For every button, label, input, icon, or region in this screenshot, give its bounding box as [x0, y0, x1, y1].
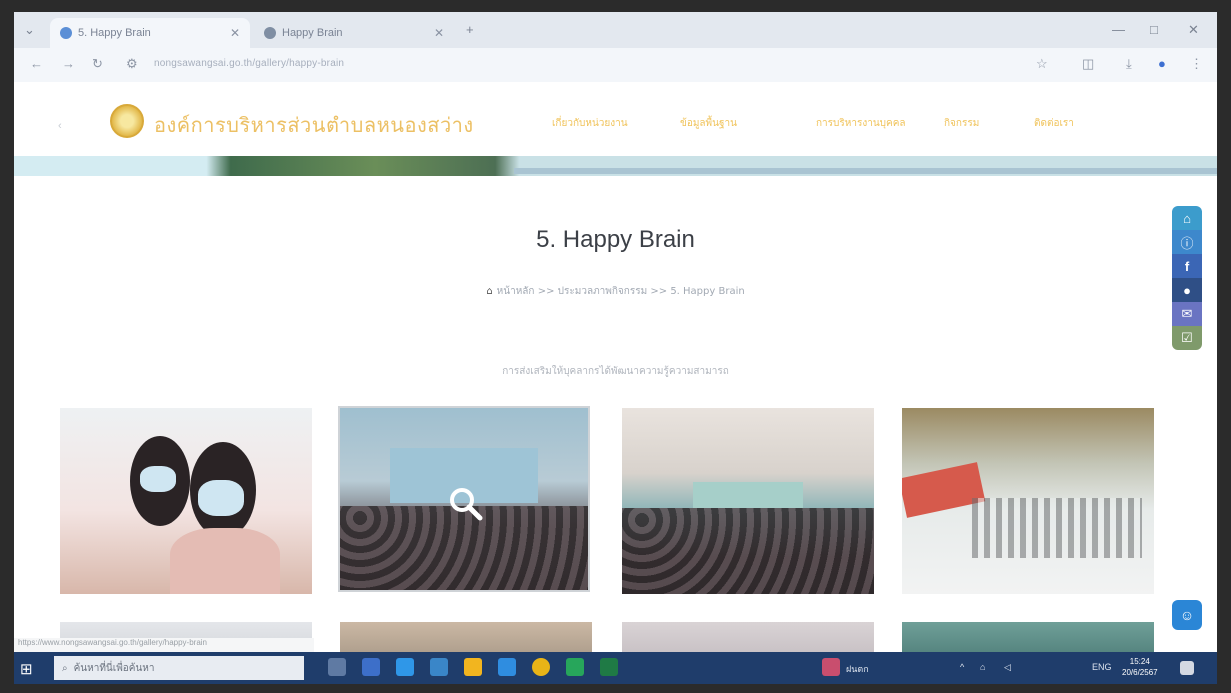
mail-icon[interactable]: ✉: [1172, 302, 1202, 326]
tab-happy-brain[interactable]: 5. Happy Brain ✕: [50, 18, 250, 48]
windows-start-icon[interactable]: ⊞: [20, 660, 33, 678]
weather-icon: [822, 658, 840, 676]
site-favicon-icon: [264, 27, 276, 39]
volume-icon[interactable]: ◁: [1004, 662, 1011, 673]
nav-item-contact[interactable]: ติดต่อเรา: [1034, 116, 1074, 131]
breadcrumb-current: 5. Happy Brain: [670, 286, 745, 297]
info-icon[interactable]: ⓘ: [1172, 230, 1202, 254]
chrome-icon[interactable]: [532, 658, 550, 676]
breadcrumb-parent[interactable]: ประมวลภาพกิจกรรม: [558, 286, 648, 297]
gallery-photo-4[interactable]: [902, 408, 1154, 594]
tab-second[interactable]: Happy Brain ✕: [254, 18, 454, 48]
home-icon[interactable]: ⌂: [1172, 206, 1202, 230]
tab-label: Happy Brain: [282, 27, 343, 39]
breadcrumb-home[interactable]: หน้าหลัก: [497, 286, 535, 297]
new-tab-button[interactable]: +: [466, 22, 474, 37]
extensions-icon[interactable]: ◫: [1082, 56, 1094, 72]
nav-item-info[interactable]: ข้อมูลพื้นฐาน: [680, 116, 737, 131]
browser-menu-icon[interactable]: ⋮: [1190, 56, 1203, 72]
taskbar-search-input[interactable]: ⌕ ค้นหาที่นี่เพื่อค้นหา: [54, 656, 304, 680]
banner-divider: [514, 168, 1217, 174]
breadcrumb: ⌂ หน้าหลัก >> ประมวลภาพกิจกรรม >> 5. Happ…: [14, 284, 1217, 299]
bookmark-star-icon[interactable]: ☆: [1036, 56, 1048, 72]
user-icon[interactable]: ●: [1172, 278, 1202, 302]
forward-icon[interactable]: →: [62, 56, 75, 71]
chat-icon[interactable]: ☺: [1172, 600, 1202, 630]
clock-time: 15:24: [1129, 657, 1150, 666]
taskbar-clock[interactable]: 15:24 20/6/2567: [1122, 656, 1158, 678]
excel-icon[interactable]: [600, 658, 618, 676]
gallery-photo-1[interactable]: [60, 408, 312, 594]
taskbar: ⊞ ⌕ ค้นหาที่นี่เพื่อค้นหา ฝนตก ^ ⌂ ◁ ENG…: [14, 652, 1217, 684]
monitor-screen: ⌄ 5. Happy Brain ✕ Happy Brain ✕ + — □ ✕…: [14, 12, 1217, 684]
gallery-photo-2[interactable]: [338, 406, 590, 592]
url-field[interactable]: nongsawangsai.go.th/gallery/happy-brain: [154, 58, 344, 69]
clock-date: 20/6/2567: [1122, 668, 1158, 677]
maps-app-icon[interactable]: [566, 658, 584, 676]
photo-mask: [140, 466, 176, 492]
close-tab-icon[interactable]: ✕: [434, 26, 444, 40]
nav-item-about[interactable]: เกี่ยวกับหน่วยงาน: [552, 116, 628, 131]
weather-text[interactable]: ฝนตก: [846, 662, 869, 676]
file-explorer-icon[interactable]: [464, 658, 482, 676]
edge-icon[interactable]: [396, 658, 414, 676]
reload-icon[interactable]: ↻: [92, 56, 103, 72]
nav-item-activities[interactable]: กิจกรรม: [944, 116, 979, 131]
site-logo[interactable]: [110, 104, 144, 138]
gallery-caption: การส่งเสริมให้บุคลากรได้พัฒนาความรู้ความ…: [502, 366, 729, 377]
minimize-button[interactable]: —: [1112, 22, 1125, 37]
menu-toggle-icon[interactable]: ‹: [58, 120, 62, 132]
back-icon[interactable]: ←: [30, 56, 43, 71]
store-icon[interactable]: [498, 658, 516, 676]
photo-mask: [198, 480, 244, 516]
tab-label: 5. Happy Brain: [78, 27, 151, 39]
notification-icon[interactable]: [1180, 661, 1194, 675]
nav-item-personnel[interactable]: การบริหารงานบุคคล: [816, 116, 906, 131]
security-icon[interactable]: [362, 658, 380, 676]
site-title[interactable]: องค์การบริหารส่วนตำบลหนองสว่าง: [154, 109, 474, 141]
mail-app-icon[interactable]: [430, 658, 448, 676]
taskbar-search-placeholder: ค้นหาที่นี่เพื่อค้นหา: [73, 662, 155, 674]
photo-stage: [692, 482, 804, 509]
site-favicon-icon: [60, 27, 72, 39]
close-window-button[interactable]: ✕: [1188, 22, 1199, 38]
tab-menu-icon[interactable]: ⌄: [24, 22, 35, 38]
link-status-bar: https://www.nongsawangsai.go.th/gallery/…: [14, 638, 314, 652]
zoom-icon[interactable]: [448, 486, 484, 522]
photo-shirt: [170, 528, 280, 594]
gallery-photo-3[interactable]: [622, 408, 874, 594]
close-tab-icon[interactable]: ✕: [230, 26, 240, 40]
address-bar: ← → ↻ ⚙ nongsawangsai.go.th/gallery/happ…: [14, 48, 1217, 82]
tray-overflow-icon[interactable]: ^: [960, 662, 964, 672]
photo-crowd: [622, 508, 874, 594]
breadcrumb-separator: >>: [537, 286, 555, 297]
search-icon: ⌕: [62, 662, 68, 674]
checklist-icon[interactable]: ☑: [1172, 326, 1202, 350]
maximize-button[interactable]: □: [1150, 22, 1158, 37]
task-view-icon[interactable]: [328, 658, 346, 676]
page-title: 5. Happy Brain: [536, 226, 695, 253]
profile-icon[interactable]: ●: [1158, 56, 1166, 71]
photo-documents: [972, 498, 1142, 558]
language-indicator[interactable]: ENG: [1092, 662, 1112, 672]
network-icon[interactable]: ⌂: [980, 662, 985, 672]
site-info-icon[interactable]: ⚙: [126, 56, 138, 72]
facebook-icon[interactable]: f: [1172, 254, 1202, 278]
browser-tab-bar: ⌄ 5. Happy Brain ✕ Happy Brain ✕ + — □ ✕: [14, 12, 1217, 48]
home-icon: ⌂: [486, 286, 493, 297]
breadcrumb-separator: >>: [650, 286, 668, 297]
site-header: ‹ องค์การบริหารส่วนตำบลหนองสว่าง เกี่ยวก…: [14, 82, 1217, 166]
download-icon[interactable]: ⤓: [1126, 56, 1132, 72]
